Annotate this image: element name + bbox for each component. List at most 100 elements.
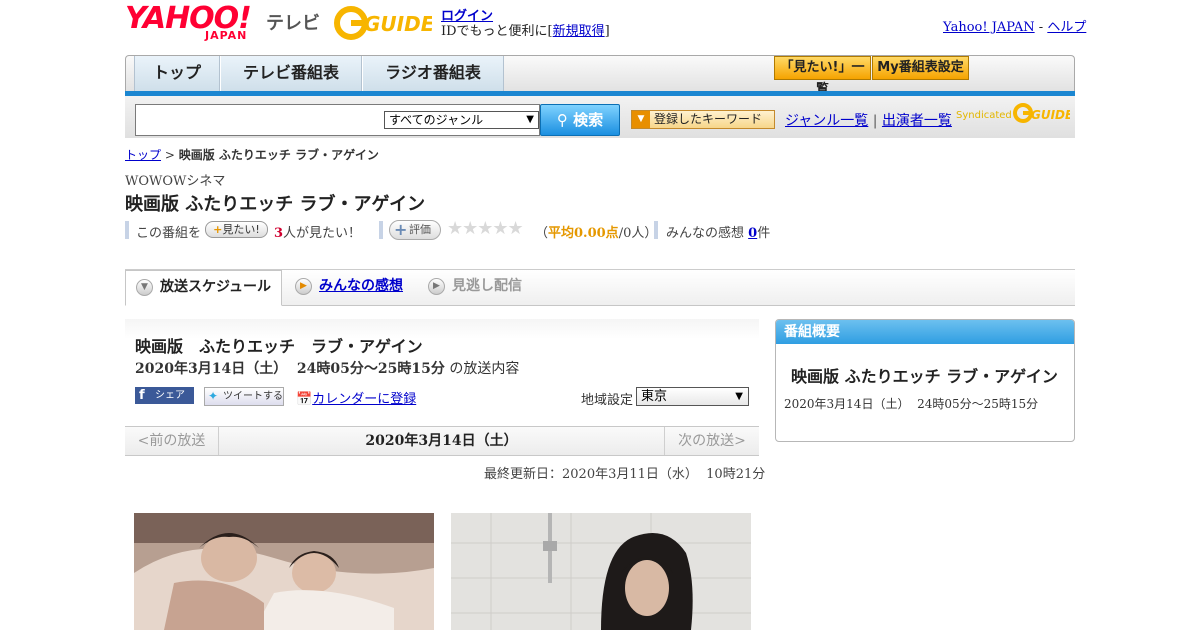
next-broadcast-button[interactable]: 次の放送>: [664, 427, 759, 455]
mitai-prefix: この番組を: [136, 226, 202, 241]
kanso-unit: 件: [757, 226, 771, 241]
avg-open: （: [535, 226, 549, 241]
tab-missed[interactable]: ▶ 見逃し配信: [418, 270, 548, 306]
last-updated: 最終更新日：2020年3月11日（水） 10時21分: [484, 467, 766, 482]
tab-schedule-label: 放送スケジュール: [160, 279, 272, 295]
mitai-button-label: 見たい!: [222, 223, 260, 236]
region-select-value: 東京: [641, 389, 668, 404]
photo-1-illustration: [134, 513, 434, 630]
svg-text:GUIDE: GUIDE: [1031, 108, 1070, 122]
schedule-time: 2020年3月14日（土） 24時05分～25時15分 の放送内容: [135, 358, 519, 378]
tab-schedule[interactable]: ▼ 放送スケジュール: [125, 270, 282, 306]
breadcrumb-separator: >: [164, 148, 175, 162]
region-label: 地域設定: [581, 393, 634, 408]
stat-divider: [125, 221, 129, 239]
nav-tab-tv-schedule[interactable]: テレビ番組表: [220, 56, 362, 91]
mitai-count-text: 3人が見たい！: [274, 222, 361, 241]
registered-keyword-label: 登録したキーワード: [654, 112, 763, 126]
channel-name: WOWOWシネマ: [125, 174, 226, 189]
japan-logo-text: JAPAN: [205, 29, 248, 42]
signup-link[interactable]: 新規取得: [553, 24, 605, 39]
play-arrow-icon: ▶: [428, 278, 445, 295]
genre-select[interactable]: すべてのジャンル ▼: [384, 111, 539, 129]
content-tabs: ▼ 放送スケジュール ▶ みんなの感想 ▶ 見逃し配信: [125, 270, 1075, 306]
dropdown-arrow-icon: ▼: [735, 391, 743, 402]
dropdown-triangle-icon: ▼: [632, 111, 650, 128]
genre-select-value: すべてのジャンル: [389, 113, 484, 127]
plus-icon: +: [394, 220, 408, 239]
tv-label[interactable]: テレビ: [266, 9, 320, 35]
nav-tab-radio-schedule[interactable]: ラジオ番組表: [362, 56, 504, 91]
tweet-label: ツイートする: [223, 391, 283, 402]
facebook-share-button[interactable]: f シェア: [135, 387, 194, 404]
mitai-button[interactable]: +見たい!: [205, 221, 268, 238]
avg-people: /0人）: [618, 226, 658, 241]
mitai-list-button[interactable]: 「見たい!」一覧: [774, 56, 871, 97]
login-subtext: IDでもっと便利に[新規取得]: [441, 20, 610, 39]
photo-2-illustration: [451, 513, 751, 630]
calendar-register[interactable]: 📅カレンダーに登録: [296, 388, 416, 407]
search-button-label: 検索: [573, 111, 604, 129]
nav-tab-top[interactable]: トップ: [134, 56, 220, 91]
rating-stars: ★★★★★: [447, 218, 524, 239]
help-link[interactable]: ヘルプ: [1047, 20, 1086, 35]
program-overview-box: 番組概要 映画版 ふたりエッチ ラブ・アゲイン 2020年3月14日（土） 24…: [775, 319, 1075, 442]
overview-title: 映画版 ふたりエッチ ラブ・アゲイン: [791, 367, 1058, 386]
breadcrumb: トップ > 映画版 ふたりエッチ ラブ・アゲイン: [125, 146, 379, 163]
schedule-title: 映画版 ふたりエッチ ラブ・アゲイン: [135, 337, 423, 356]
registered-keyword-button[interactable]: ▼ 登録したキーワード: [631, 110, 775, 129]
rate-button[interactable]: + 評価: [389, 220, 441, 240]
region-select[interactable]: 東京 ▼: [636, 387, 749, 406]
facebook-icon: f: [139, 388, 145, 403]
stat-divider: [379, 221, 383, 239]
schedule-date-time: 2020年3月14日（土） 24時05分～25時15分: [135, 361, 445, 377]
avg-value: 平均0.00点: [548, 226, 619, 241]
program-stats: この番組を +見たい! 3人が見たい！ + 評価 ★★★★★ （平均0.00点/0…: [125, 218, 825, 242]
prev-broadcast-button[interactable]: <前の放送: [125, 427, 219, 455]
tab-missed-label: 見逃し配信: [452, 278, 522, 294]
search-button[interactable]: ⚲ 検索: [540, 104, 620, 136]
top-right-links: Yahoo! JAPAN - ヘルプ: [943, 16, 1086, 35]
yahoo-japan-link[interactable]: Yahoo! JAPAN: [943, 20, 1035, 35]
genre-links-divider: |: [872, 113, 878, 129]
genre-list-link[interactable]: ジャンル一覧: [785, 113, 868, 129]
calendar-link[interactable]: カレンダーに登録: [312, 392, 416, 407]
breadcrumb-top-link[interactable]: トップ: [125, 148, 161, 162]
breadcrumb-current: 映画版 ふたりエッチ ラブ・アゲイン: [178, 148, 379, 162]
search-icon: ⚲: [556, 111, 568, 129]
overview-time: 2020年3月14日（土） 24時05分～25時15分: [784, 397, 1039, 411]
program-photo-2[interactable]: [451, 513, 751, 630]
rate-button-label: 評価: [409, 223, 431, 236]
genre-links: ジャンル一覧 | 出演者一覧: [785, 110, 952, 130]
login-sub-prefix: IDでもっと便利に[: [441, 24, 553, 39]
play-arrow-icon: ▶: [295, 278, 312, 295]
tweet-button[interactable]: ✦ ツイートする: [204, 387, 284, 406]
overview-header: 番組概要: [776, 320, 1074, 344]
current-broadcast-date: 2020年3月14日（土）: [365, 433, 518, 449]
share-label: シェア: [155, 390, 185, 401]
main-nav: トップ テレビ番組表 ラジオ番組表 「見たい!」一覧 My番組表設定: [125, 55, 1075, 97]
plus-icon: +: [213, 223, 223, 236]
broadcast-date-nav: <前の放送 2020年3月14日（土） 次の放送>: [125, 426, 759, 456]
schedule-suffix: の放送内容: [444, 361, 520, 377]
syndicated-label: Syndicated: [956, 110, 1012, 121]
kanso-count-link[interactable]: 0: [748, 226, 757, 241]
mitai-count: 3: [274, 226, 284, 241]
mitai-suffix: 人が見たい！: [283, 226, 362, 241]
kanso-label: みんなの感想: [666, 226, 745, 241]
page-title: 映画版 ふたりエッチ ラブ・アゲイン: [125, 194, 426, 215]
twitter-bird-icon: ✦: [208, 389, 219, 403]
average-rating: （平均0.00点/0人）: [535, 222, 657, 241]
tab-kanso-label[interactable]: みんなの感想: [319, 278, 403, 294]
dropdown-arrow-icon: ▼: [526, 114, 534, 125]
gguide-logo: GUIDE: [334, 6, 432, 40]
kanso-count-text: みんなの感想 0件: [666, 222, 770, 241]
tab-kanso[interactable]: ▶ みんなの感想: [285, 270, 415, 306]
my-schedule-settings-button[interactable]: My番組表設定: [872, 56, 969, 80]
program-photo-1[interactable]: [134, 513, 434, 630]
calendar-plus-icon: 📅: [296, 392, 313, 407]
login-sub-suffix: ]: [604, 24, 610, 39]
performer-list-link[interactable]: 出演者一覧: [882, 113, 952, 129]
stat-divider: [654, 221, 658, 239]
gguide-small-logo: GUIDE: [1013, 103, 1070, 123]
